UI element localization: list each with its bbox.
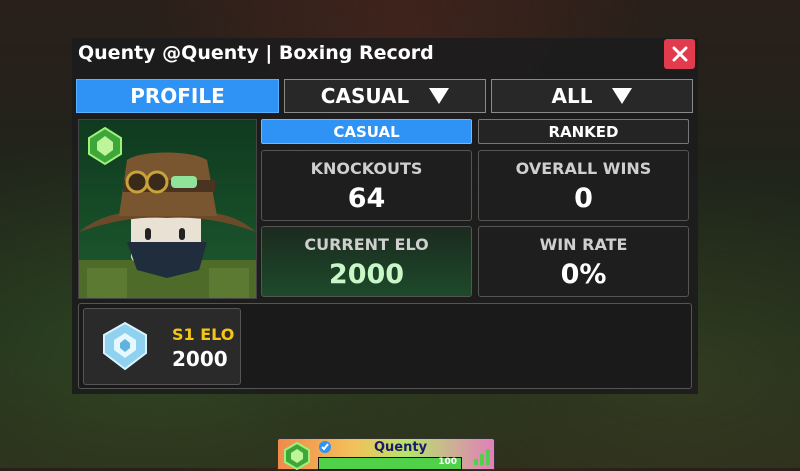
stat-overall-wins: OVERALL WINS 0 bbox=[478, 150, 689, 221]
stat-knockouts: KNOCKOUTS 64 bbox=[261, 150, 472, 221]
avatar bbox=[78, 119, 257, 299]
stat-overall-wins-value: 0 bbox=[574, 183, 593, 214]
season-rank-emblem-icon bbox=[103, 321, 147, 371]
boxing-record-panel: Quenty @Quenty | Boxing Record PROFILE C… bbox=[72, 38, 698, 394]
player-name: Quenty bbox=[374, 440, 428, 455]
stat-knockouts-value: 64 bbox=[347, 183, 386, 214]
health-bar: 100 bbox=[318, 457, 462, 470]
stat-overall-wins-label: OVERALL WINS bbox=[515, 159, 652, 178]
stat-win-rate-label: WIN RATE bbox=[539, 235, 628, 254]
season-history: S1 ELO 2000 bbox=[78, 303, 692, 389]
tab-casual[interactable]: CASUAL bbox=[261, 119, 472, 144]
tab-casual-label: CASUAL bbox=[333, 122, 400, 141]
stat-knockouts-label: KNOCKOUTS bbox=[310, 159, 423, 178]
stat-win-rate: WIN RATE 0% bbox=[478, 226, 689, 297]
filter-dropdown-label: ALL bbox=[551, 84, 593, 108]
season-value: 2000 bbox=[172, 347, 228, 371]
stat-current-elo: CURRENT ELO 2000 bbox=[261, 226, 472, 297]
mode-dropdown[interactable]: CASUAL bbox=[284, 79, 486, 113]
title-bar: Quenty @Quenty | Boxing Record bbox=[72, 38, 698, 72]
season-label: S1 ELO bbox=[172, 325, 235, 344]
dropdown-caret-icon bbox=[429, 88, 450, 104]
stat-win-rate-value: 0% bbox=[560, 259, 607, 290]
rank-emblem-icon bbox=[284, 441, 310, 471]
close-button[interactable] bbox=[664, 39, 695, 69]
signal-icon bbox=[474, 449, 490, 465]
tab-ranked[interactable]: RANKED bbox=[478, 119, 689, 144]
verified-badge-icon bbox=[319, 441, 331, 453]
dropdown-caret-icon bbox=[612, 88, 633, 104]
season-card: S1 ELO 2000 bbox=[83, 308, 241, 385]
stat-current-elo-value: 2000 bbox=[328, 259, 405, 290]
stat-current-elo-label: CURRENT ELO bbox=[304, 235, 429, 254]
rank-emblem-icon bbox=[88, 126, 122, 166]
tab-profile[interactable]: PROFILE bbox=[76, 79, 279, 113]
close-icon bbox=[672, 46, 688, 62]
player-nameplate: Quenty 100 bbox=[277, 438, 495, 471]
health-value: 100 bbox=[438, 457, 457, 467]
mode-dropdown-label: CASUAL bbox=[320, 84, 410, 108]
tab-profile-label: PROFILE bbox=[130, 84, 225, 108]
window-title: Quenty @Quenty | Boxing Record bbox=[78, 42, 434, 64]
tab-ranked-label: RANKED bbox=[548, 122, 619, 141]
filter-dropdown[interactable]: ALL bbox=[491, 79, 693, 113]
